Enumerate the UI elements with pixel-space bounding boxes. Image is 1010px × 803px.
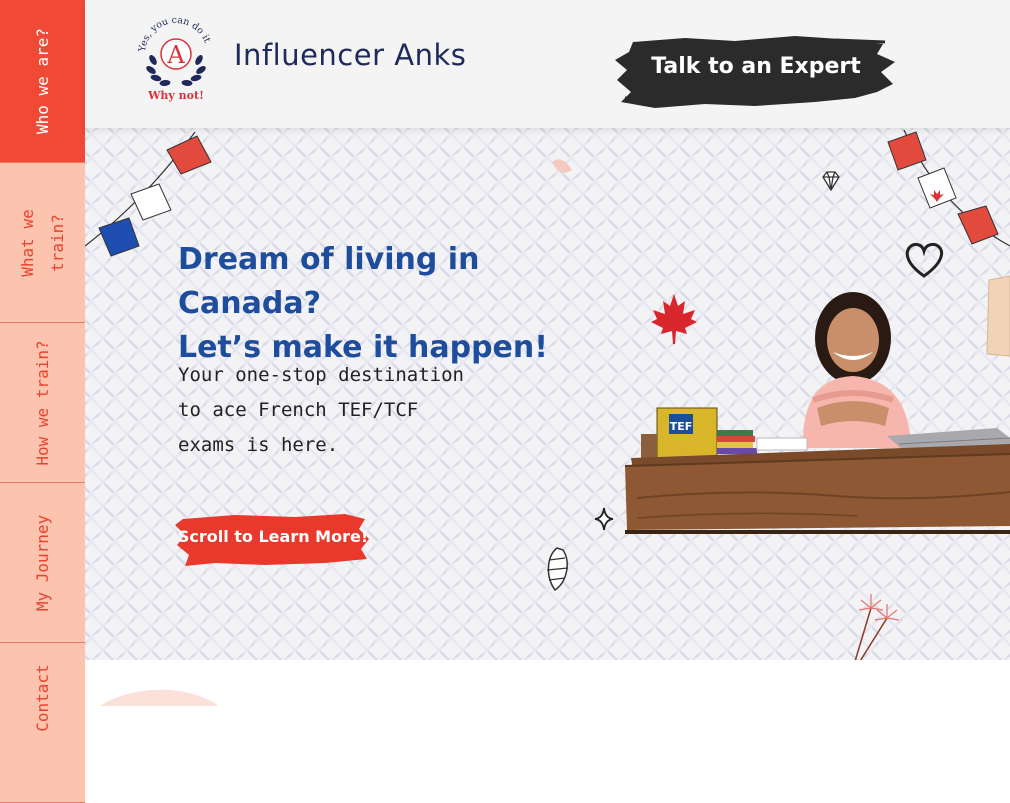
brand-name[interactable]: Influencer Anks	[234, 38, 466, 72]
hero-subtext: Your one-stop destination to ace French …	[178, 364, 464, 456]
nav-item-how-we-train[interactable]: How we train?	[0, 323, 85, 483]
hero-headline: Dream of living in Canada? Let’s make it…	[178, 238, 578, 370]
hero-section: Dream of living in Canada? Let’s make it…	[85, 128, 1010, 660]
side-navigation: Who we are? What we train? How we train?…	[0, 0, 85, 803]
site-header: Yes, you can do it A Why not! Influencer…	[85, 0, 1010, 128]
nav-item-label: How we train?	[32, 339, 52, 466]
scroll-to-learn-more-button[interactable]: Scroll to Learn More!	[175, 511, 371, 567]
blob-shape-icon	[99, 689, 219, 706]
logo[interactable]: Yes, you can do it A Why not!	[137, 12, 215, 104]
petal-icon	[552, 159, 572, 173]
svg-text:A: A	[166, 41, 185, 69]
diamond-icon	[822, 171, 840, 192]
nav-item-who-we-are[interactable]: Who we are?	[0, 0, 85, 163]
nav-item-my-journey[interactable]: My Journey	[0, 483, 85, 643]
tutor-illustration: TEF	[624, 275, 1010, 534]
nav-item-contact[interactable]: Contact	[0, 643, 85, 803]
svg-text:Why not!: Why not!	[147, 89, 204, 102]
headline-line-1: Dream of living in Canada?	[178, 242, 480, 321]
croissant-icon	[546, 547, 569, 592]
logo-emblem-icon: Yes, you can do it A Why not!	[137, 15, 213, 102]
talk-to-expert-button[interactable]: Talk to an Expert	[615, 32, 897, 112]
nav-item-what-we-train[interactable]: What we train?	[0, 163, 85, 323]
sparkler-icon	[854, 594, 900, 660]
sparkle-icon	[594, 507, 614, 531]
scroll-button-label: Scroll to Learn More!	[177, 527, 369, 546]
next-section	[85, 660, 1010, 706]
bunting-right-icon	[887, 129, 1010, 247]
nav-item-label: Who we are?	[32, 28, 52, 134]
svg-text:TEF: TEF	[670, 420, 693, 433]
nav-item-label: What we train?	[17, 208, 67, 277]
nav-item-label: My Journey	[32, 514, 52, 611]
talk-to-expert-label: Talk to an Expert	[651, 54, 861, 79]
nav-item-label: Contact	[32, 664, 52, 732]
